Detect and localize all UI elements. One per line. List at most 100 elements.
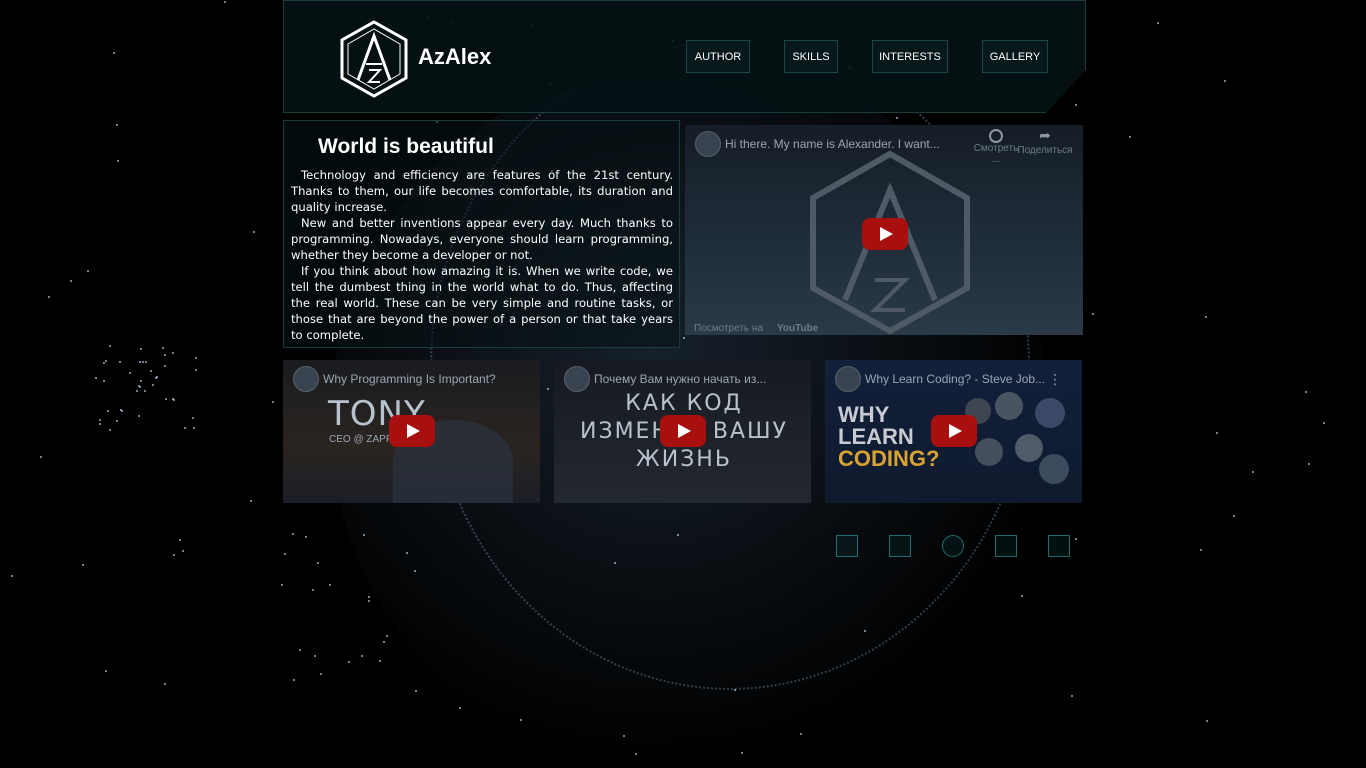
- star: [223, 0, 226, 3]
- video-3-play-button[interactable]: [931, 415, 977, 447]
- star: [546, 387, 549, 390]
- video-2-channel-avatar[interactable]: [564, 366, 590, 392]
- star: [1224, 79, 1227, 82]
- brand-logo[interactable]: [340, 20, 408, 98]
- share-button[interactable]: ➦ Поделиться: [1015, 127, 1075, 156]
- youtube-link[interactable]: YouTube: [777, 323, 818, 334]
- star: [117, 159, 120, 162]
- star: [163, 354, 166, 357]
- star: [676, 534, 679, 537]
- nav-skills[interactable]: SKILLS: [784, 40, 838, 73]
- main-video-title[interactable]: Hi there. My name is Alexander. I want..…: [725, 137, 940, 151]
- star: [138, 384, 141, 387]
- star: [281, 583, 284, 586]
- video-1-play-button[interactable]: [389, 415, 435, 447]
- star: [119, 361, 122, 364]
- star: [103, 379, 106, 382]
- article-paragraph-1: Technology and efficiency are features o…: [291, 168, 673, 214]
- article-paragraph-2: New and better inventions appear every d…: [291, 216, 673, 262]
- star: [1206, 720, 1209, 723]
- star: [98, 423, 101, 426]
- star: [1070, 695, 1073, 698]
- star: [367, 596, 370, 599]
- star: [368, 600, 371, 603]
- star: [106, 409, 109, 412]
- star: [459, 707, 462, 709]
- star: [173, 553, 176, 556]
- watch-later-button[interactable]: Смотреть ...: [973, 127, 1019, 165]
- share-icon: ➦: [1039, 128, 1051, 144]
- nav-author[interactable]: AUTHOR: [686, 40, 750, 73]
- brand-name[interactable]: AzAlex: [418, 44, 491, 70]
- star: [314, 654, 317, 657]
- star: [98, 419, 101, 422]
- video-card-1[interactable]: Why Programming Is Important? TONY CEO @…: [283, 360, 540, 503]
- nav-interests[interactable]: INTERESTS: [872, 40, 948, 73]
- video-2-title[interactable]: Почему Вам нужно начать из...: [594, 372, 766, 386]
- star: [82, 563, 85, 566]
- star: [139, 360, 142, 363]
- star: [151, 383, 154, 386]
- star: [1232, 515, 1235, 518]
- social-icon-1[interactable]: [836, 535, 858, 557]
- social-icon-2[interactable]: [889, 535, 911, 557]
- star: [272, 401, 275, 404]
- star: [312, 589, 315, 592]
- channel-avatar[interactable]: [695, 131, 721, 157]
- star: [1074, 537, 1077, 540]
- star: [191, 417, 194, 420]
- social-icon-3[interactable]: [942, 535, 964, 557]
- star: [363, 533, 366, 536]
- star: [316, 562, 319, 565]
- star: [1216, 431, 1219, 434]
- star: [115, 123, 118, 126]
- star: [305, 535, 308, 538]
- star: [172, 397, 175, 400]
- watch-on-label: Посмотреть на: [694, 323, 763, 334]
- star: [128, 371, 131, 374]
- star: [104, 360, 107, 363]
- star: [164, 398, 167, 401]
- star: [184, 427, 187, 430]
- social-icon-5[interactable]: [1048, 535, 1070, 557]
- star: [70, 280, 73, 283]
- video-1-channel-avatar[interactable]: [293, 366, 319, 392]
- star: [150, 369, 153, 372]
- star: [195, 357, 198, 360]
- more-options-icon[interactable]: ⋮: [1048, 372, 1062, 388]
- star: [163, 683, 166, 686]
- star: [139, 348, 142, 351]
- star: [182, 550, 185, 553]
- star: [1091, 313, 1094, 316]
- star: [253, 231, 256, 234]
- star: [283, 553, 286, 556]
- social-icon-4[interactable]: [995, 535, 1017, 557]
- star: [386, 634, 389, 637]
- nav-gallery[interactable]: GALLERY: [982, 40, 1048, 73]
- video-card-3[interactable]: Why Learn Coding? - Steve Job... ⋮ WHY L…: [825, 360, 1082, 503]
- star: [179, 538, 182, 541]
- star: [379, 660, 382, 663]
- article-title: World is beautiful: [318, 135, 494, 158]
- video-1-title[interactable]: Why Programming Is Important?: [323, 372, 496, 386]
- star: [250, 499, 253, 502]
- video-card-2[interactable]: Почему Вам нужно начать из... КАК КОД ИЗ…: [554, 360, 811, 503]
- star: [141, 361, 144, 364]
- video-2-play-button[interactable]: [660, 415, 706, 447]
- video-3-overlay-line-3: CODING?: [838, 446, 940, 471]
- star: [415, 689, 418, 692]
- video-3-channel-avatar[interactable]: [835, 366, 861, 392]
- star: [116, 419, 119, 422]
- star: [1204, 315, 1207, 318]
- star: [108, 428, 111, 431]
- star: [1322, 421, 1325, 424]
- star: [519, 718, 522, 721]
- star: [734, 688, 737, 691]
- video-3-title[interactable]: Why Learn Coding? - Steve Job...: [865, 372, 1045, 386]
- star: [292, 533, 295, 536]
- main-video-embed[interactable]: Hi there. My name is Alexander. I want..…: [685, 125, 1083, 335]
- main-video-play-button[interactable]: [862, 218, 908, 250]
- video-3-overlay-line-2: LEARN: [838, 424, 914, 449]
- star: [171, 351, 174, 354]
- star: [293, 678, 296, 681]
